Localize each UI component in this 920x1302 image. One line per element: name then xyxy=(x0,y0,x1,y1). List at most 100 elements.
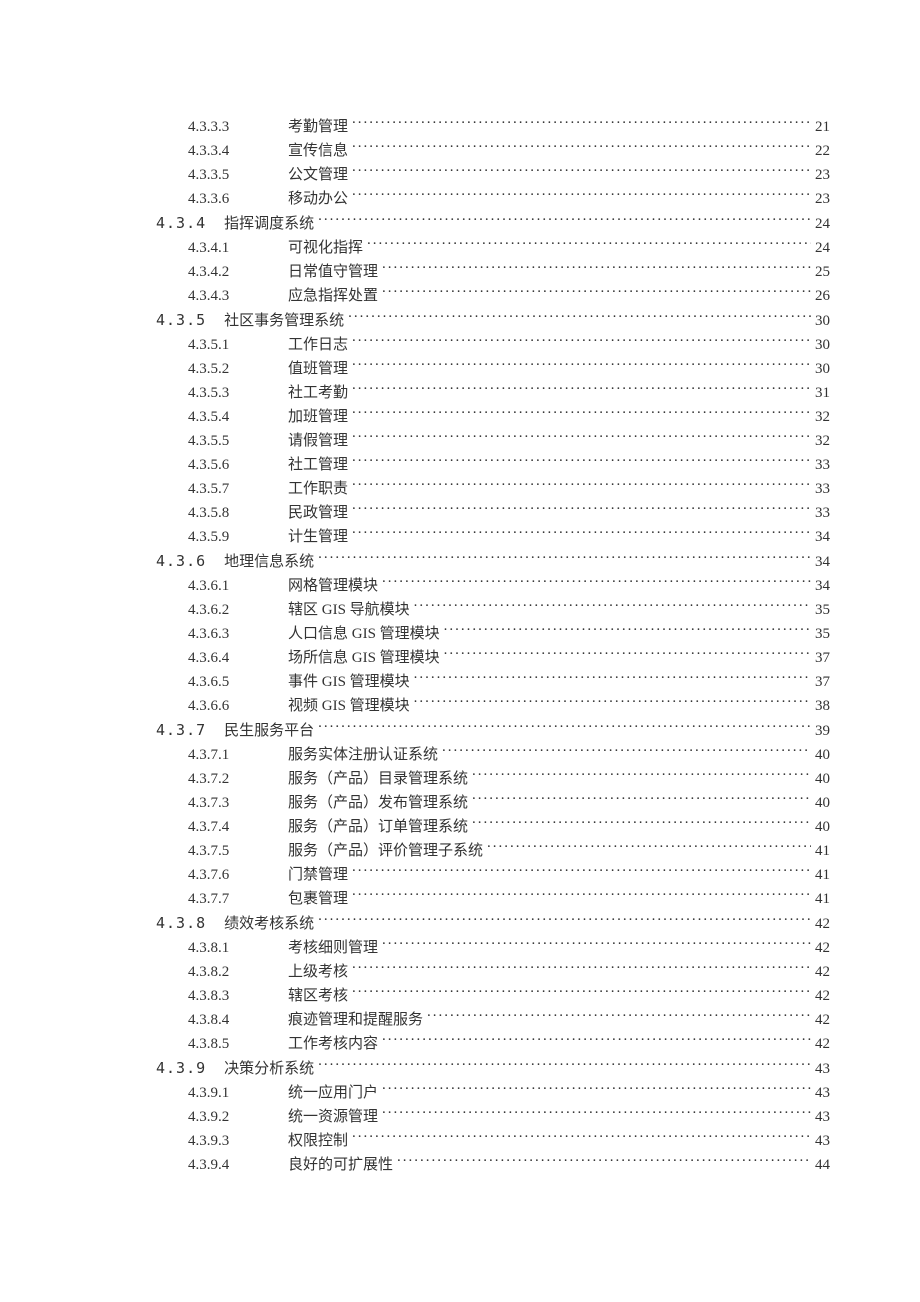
toc-entry-title: 网格管理模块 xyxy=(288,574,378,598)
toc-entry[interactable]: 4.3.9决策分析系统43 xyxy=(90,1056,830,1081)
toc-entry-number: 4.3.7.5 xyxy=(188,839,240,863)
toc-entry[interactable]: 4.3.5.3社工考勤31 xyxy=(90,381,830,405)
toc-entry-title: 包裹管理 xyxy=(288,887,348,911)
toc-entry-number: 4.3.7 xyxy=(156,718,206,742)
toc-entry-number: 4.3.3.4 xyxy=(188,139,240,163)
toc-entry-title: 社工管理 xyxy=(288,453,348,477)
toc-entry-page: 42 xyxy=(815,912,830,936)
toc-leader-dots xyxy=(382,575,811,590)
toc-entry-page: 30 xyxy=(815,357,830,381)
toc-leader-dots xyxy=(367,237,811,252)
toc-entry[interactable]: 4.3.7.2服务（产品）目录管理系统40 xyxy=(90,767,830,791)
toc-entry-title: 统一资源管理 xyxy=(288,1105,378,1129)
toc-entry[interactable]: 4.3.5.9计生管理34 xyxy=(90,525,830,549)
toc-entry-number: 4.3.6 xyxy=(156,549,206,573)
toc-entry-number: 4.3.4.1 xyxy=(188,236,240,260)
toc-entry[interactable]: 4.3.5.8民政管理33 xyxy=(90,501,830,525)
toc-entry[interactable]: 4.3.6.6视频 GIS 管理模块38 xyxy=(90,694,830,718)
toc-leader-dots xyxy=(352,188,811,203)
toc-entry-page: 21 xyxy=(815,115,830,139)
toc-entry-title: 辖区考核 xyxy=(288,984,348,1008)
toc-entry[interactable]: 4.3.5社区事务管理系统30 xyxy=(90,308,830,333)
toc-entry[interactable]: 4.3.7.4服务（产品）订单管理系统40 xyxy=(90,815,830,839)
toc-entry[interactable]: 4.3.3.6移动办公23 xyxy=(90,187,830,211)
toc-entry[interactable]: 4.3.6.5事件 GIS 管理模块37 xyxy=(90,670,830,694)
toc-entry-title: 宣传信息 xyxy=(288,139,348,163)
toc-entry-number: 4.3.3.5 xyxy=(188,163,240,187)
toc-entry-title: 社区事务管理系统 xyxy=(224,309,344,333)
toc-leader-dots xyxy=(352,454,811,469)
toc-leader-dots xyxy=(352,334,811,349)
toc-entry[interactable]: 4.3.4.2日常值守管理25 xyxy=(90,260,830,284)
toc-entry[interactable]: 4.3.5.7工作职责33 xyxy=(90,477,830,501)
toc-entry-number: 4.3.5.6 xyxy=(188,453,240,477)
toc-entry[interactable]: 4.3.6.1网格管理模块34 xyxy=(90,574,830,598)
toc-entry-title: 痕迹管理和提醒服务 xyxy=(288,1008,423,1032)
toc-entry[interactable]: 4.3.7.1服务实体注册认证系统40 xyxy=(90,743,830,767)
toc-entry-title: 人口信息 GIS 管理模块 xyxy=(288,622,440,646)
toc-leader-dots xyxy=(318,913,811,928)
toc-leader-dots xyxy=(352,526,811,541)
toc-entry-title: 民生服务平台 xyxy=(224,719,314,743)
toc-entry[interactable]: 4.3.7.5服务（产品）评价管理子系统41 xyxy=(90,839,830,863)
toc-entry-number: 4.3.7.3 xyxy=(188,791,240,815)
toc-entry-page: 30 xyxy=(815,333,830,357)
toc-leader-dots xyxy=(352,502,811,517)
toc-entry[interactable]: 4.3.7.7包裹管理41 xyxy=(90,887,830,911)
toc-entry-title: 加班管理 xyxy=(288,405,348,429)
toc-entry-number: 4.3.5.4 xyxy=(188,405,240,429)
toc-entry[interactable]: 4.3.5.5请假管理32 xyxy=(90,429,830,453)
toc-entry[interactable]: 4.3.7.3服务（产品）发布管理系统40 xyxy=(90,791,830,815)
toc-entry[interactable]: 4.3.9.4良好的可扩展性44 xyxy=(90,1153,830,1177)
toc-entry[interactable]: 4.3.5.2值班管理30 xyxy=(90,357,830,381)
toc-entry[interactable]: 4.3.9.3权限控制43 xyxy=(90,1129,830,1153)
toc-entry[interactable]: 4.3.5.6社工管理33 xyxy=(90,453,830,477)
toc-entry-page: 40 xyxy=(815,743,830,767)
toc-leader-dots xyxy=(382,261,811,276)
toc-entry-title: 视频 GIS 管理模块 xyxy=(288,694,410,718)
toc-leader-dots xyxy=(382,1106,811,1121)
toc-entry[interactable]: 4.3.8.4痕迹管理和提醒服务42 xyxy=(90,1008,830,1032)
toc-entry-number: 4.3.8.2 xyxy=(188,960,240,984)
toc-entry[interactable]: 4.3.6.4场所信息 GIS 管理模块37 xyxy=(90,646,830,670)
toc-entry[interactable]: 4.3.8.5工作考核内容42 xyxy=(90,1032,830,1056)
toc-entry-number: 4.3.9.1 xyxy=(188,1081,240,1105)
toc-entry-page: 23 xyxy=(815,163,830,187)
toc-entry[interactable]: 4.3.5.4加班管理32 xyxy=(90,405,830,429)
toc-entry[interactable]: 4.3.8.1考核细则管理42 xyxy=(90,936,830,960)
toc-entry-title: 服务实体注册认证系统 xyxy=(288,743,438,767)
toc-entry-number: 4.3.9.4 xyxy=(188,1153,240,1177)
toc-entry[interactable]: 4.3.8.3辖区考核42 xyxy=(90,984,830,1008)
toc-entry-page: 37 xyxy=(815,646,830,670)
toc-entry[interactable]: 4.3.3.3考勤管理21 xyxy=(90,115,830,139)
toc-leader-dots xyxy=(318,213,811,228)
toc-entry-number: 4.3.4 xyxy=(156,211,206,235)
toc-entry[interactable]: 4.3.6.2辖区 GIS 导航模块35 xyxy=(90,598,830,622)
toc-leader-dots xyxy=(318,1058,811,1073)
toc-entry[interactable]: 4.3.8绩效考核系统42 xyxy=(90,911,830,936)
toc-entry[interactable]: 4.3.4.3应急指挥处置26 xyxy=(90,284,830,308)
toc-entry-title: 民政管理 xyxy=(288,501,348,525)
toc-entry[interactable]: 4.3.4.1可视化指挥24 xyxy=(90,236,830,260)
toc-entry-number: 4.3.5.9 xyxy=(188,525,240,549)
toc-entry[interactable]: 4.3.9.2统一资源管理43 xyxy=(90,1105,830,1129)
toc-leader-dots xyxy=(352,382,811,397)
toc-entry[interactable]: 4.3.9.1统一应用门户43 xyxy=(90,1081,830,1105)
toc-entry-page: 42 xyxy=(815,984,830,1008)
toc-entry[interactable]: 4.3.4指挥调度系统24 xyxy=(90,211,830,236)
toc-entry[interactable]: 4.3.3.4宣传信息22 xyxy=(90,139,830,163)
toc-leader-dots xyxy=(472,792,811,807)
toc-entry[interactable]: 4.3.7.6门禁管理41 xyxy=(90,863,830,887)
toc-entry[interactable]: 4.3.5.1工作日志30 xyxy=(90,333,830,357)
toc-entry[interactable]: 4.3.3.5公文管理23 xyxy=(90,163,830,187)
toc-leader-dots xyxy=(318,720,811,735)
toc-entry-page: 42 xyxy=(815,936,830,960)
toc-entry-page: 40 xyxy=(815,767,830,791)
toc-entry[interactable]: 4.3.6地理信息系统34 xyxy=(90,549,830,574)
toc-leader-dots xyxy=(414,671,811,686)
toc-entry-page: 43 xyxy=(815,1105,830,1129)
toc-entry-title: 请假管理 xyxy=(288,429,348,453)
toc-entry[interactable]: 4.3.8.2上级考核42 xyxy=(90,960,830,984)
toc-entry[interactable]: 4.3.7民生服务平台39 xyxy=(90,718,830,743)
toc-entry[interactable]: 4.3.6.3人口信息 GIS 管理模块35 xyxy=(90,622,830,646)
